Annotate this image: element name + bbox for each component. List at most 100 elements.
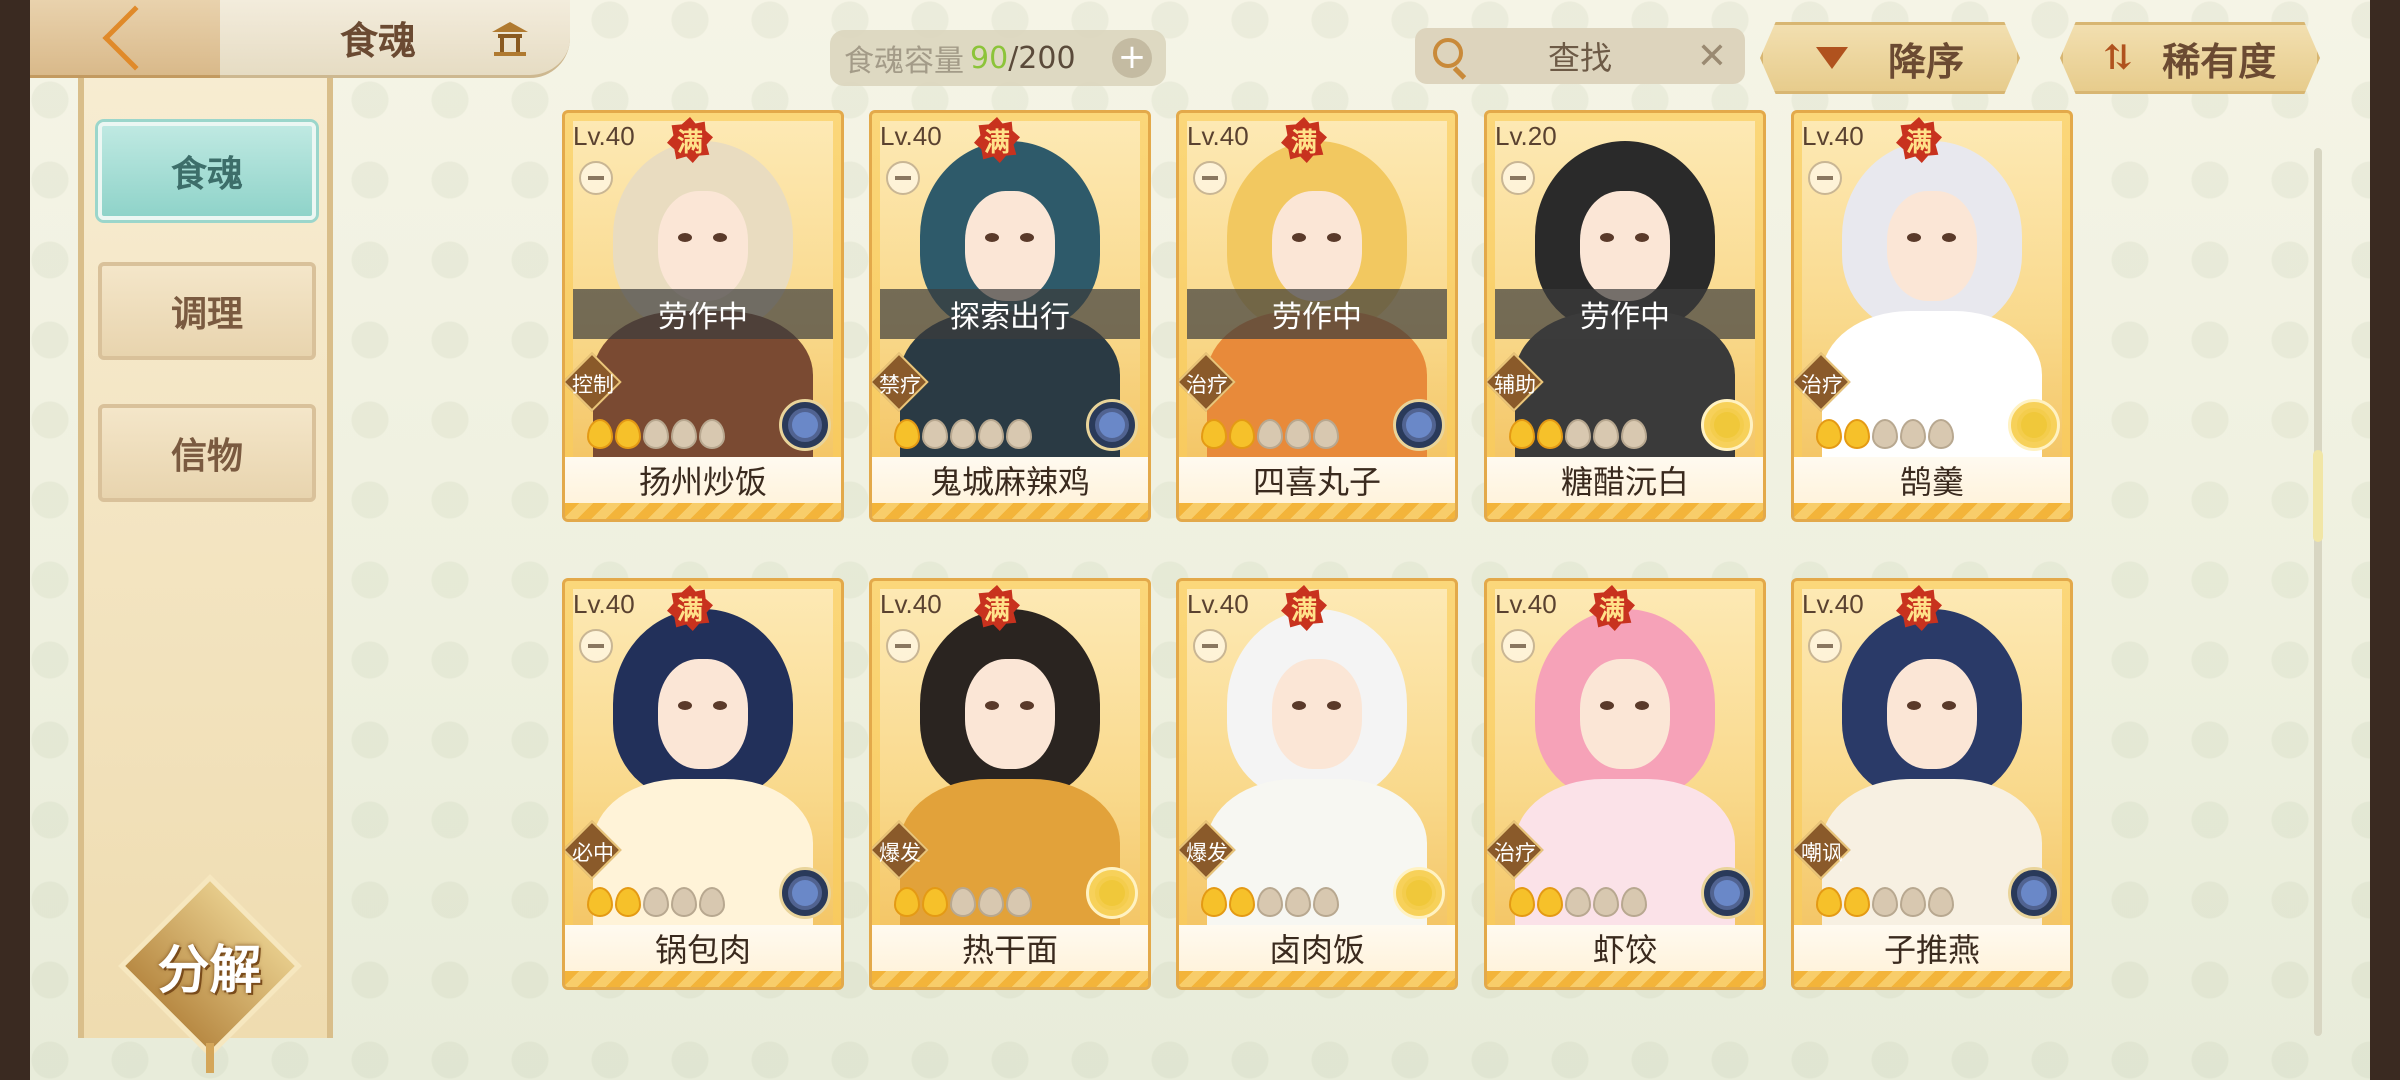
level-label: Lv.40 bbox=[1187, 121, 1249, 151]
capacity-add-button[interactable]: + bbox=[1112, 38, 1152, 78]
star-flame-icon bbox=[950, 419, 976, 449]
card-stripe bbox=[1794, 503, 2070, 519]
pavilion-icon[interactable] bbox=[490, 20, 530, 56]
sort-order-button[interactable]: 降序 bbox=[1760, 22, 2020, 94]
food-soul-card[interactable]: Lv.40 满劳作中 控制 扬州炒饭 bbox=[562, 110, 844, 522]
portrait-eye bbox=[985, 701, 999, 710]
star-flame-icon bbox=[671, 887, 697, 917]
portrait-face bbox=[1580, 191, 1670, 301]
element-petal bbox=[1406, 412, 1432, 438]
clear-icon[interactable]: ✕ bbox=[1697, 36, 1727, 77]
role-tag: 爆发 bbox=[872, 820, 929, 880]
star-flame-icon bbox=[894, 419, 920, 449]
lock-icon[interactable] bbox=[1501, 629, 1535, 663]
lock-icon[interactable] bbox=[1193, 629, 1227, 663]
star-rating bbox=[587, 887, 725, 917]
element-petal bbox=[1099, 880, 1125, 906]
level-label: Lv.20 bbox=[1495, 121, 1557, 151]
portrait-eye bbox=[985, 233, 999, 242]
tab-tokens[interactable]: 信物 bbox=[98, 404, 316, 502]
food-soul-card[interactable]: Lv.40 满治疗 鹄羹 bbox=[1791, 110, 2073, 522]
scrollbar-thumb[interactable] bbox=[2313, 450, 2323, 542]
food-soul-card[interactable]: Lv.40 满嘲讽 子推燕 bbox=[1791, 578, 2073, 990]
back-button[interactable] bbox=[30, 0, 220, 78]
star-flame-icon bbox=[1621, 419, 1647, 449]
star-rating bbox=[1509, 419, 1647, 449]
tab-food-soul[interactable]: 食魂 bbox=[98, 122, 316, 220]
portrait-face bbox=[1272, 659, 1362, 769]
food-soul-card[interactable]: Lv.20 劳作中 辅助 糖醋沅白 bbox=[1484, 110, 1766, 522]
portrait-eye bbox=[1327, 233, 1341, 242]
food-soul-card[interactable]: Lv.40 满爆发 热干面 bbox=[869, 578, 1151, 990]
role-label: 治疗 bbox=[1494, 841, 1536, 865]
star-flame-icon bbox=[922, 419, 948, 449]
star-flame-icon bbox=[1313, 887, 1339, 917]
card-stripe bbox=[565, 971, 841, 987]
role-label: 爆发 bbox=[1186, 841, 1228, 865]
lock-icon[interactable] bbox=[886, 629, 920, 663]
portrait-eye bbox=[1635, 701, 1649, 710]
lock-icon[interactable] bbox=[579, 629, 613, 663]
star-flame-icon bbox=[1285, 419, 1311, 449]
decompose-button[interactable]: 分解 bbox=[117, 873, 302, 1073]
lock-icon[interactable] bbox=[1501, 161, 1535, 195]
portrait-eye bbox=[1907, 701, 1921, 710]
portrait-eye bbox=[1942, 233, 1956, 242]
star-flame-icon bbox=[587, 887, 613, 917]
star-flame-icon bbox=[1816, 887, 1842, 917]
level-label: Lv.40 bbox=[1495, 589, 1557, 619]
food-soul-card[interactable]: Lv.40 满治疗 虾饺 bbox=[1484, 578, 1766, 990]
element-icon bbox=[1086, 867, 1138, 919]
status-label: 探索出行 bbox=[880, 289, 1140, 339]
sort-key-button[interactable]: ⇅ 稀有度 bbox=[2060, 22, 2320, 94]
character-name: 卤肉饭 bbox=[1179, 925, 1455, 971]
search-input[interactable]: 查找 ✕ bbox=[1415, 28, 1745, 84]
tab-conditioning[interactable]: 调理 bbox=[98, 262, 316, 360]
food-soul-screen: 食魂 食魂容量 90 /200 + 查找 ✕ 降序 ⇅ 稀有度 食魂 调理 信物… bbox=[30, 0, 2370, 1080]
role-tag: 控制 bbox=[565, 352, 622, 412]
scrollbar-track[interactable] bbox=[2314, 148, 2322, 1036]
sort-key-label: 稀有度 bbox=[2162, 38, 2277, 84]
element-icon bbox=[779, 867, 831, 919]
portrait-eye bbox=[1600, 701, 1614, 710]
star-flame-icon bbox=[894, 887, 920, 917]
star-flame-icon bbox=[1593, 419, 1619, 449]
capacity-current: 90 bbox=[970, 40, 1009, 76]
food-soul-card[interactable]: Lv.40 满劳作中 治疗 四喜丸子 bbox=[1176, 110, 1458, 522]
star-flame-icon bbox=[1313, 419, 1339, 449]
status-label: 劳作中 bbox=[573, 289, 833, 339]
role-tag: 禁疗 bbox=[872, 352, 929, 412]
element-petal bbox=[792, 412, 818, 438]
star-flame-icon bbox=[1537, 887, 1563, 917]
lock-icon[interactable] bbox=[1808, 629, 1842, 663]
role-tag: 必中 bbox=[565, 820, 622, 880]
star-flame-icon bbox=[1900, 419, 1926, 449]
character-name: 子推燕 bbox=[1794, 925, 2070, 971]
role-tag: 治疗 bbox=[1794, 352, 1851, 412]
star-flame-icon bbox=[699, 419, 725, 449]
lock-icon[interactable] bbox=[1808, 161, 1842, 195]
food-soul-card[interactable]: Lv.40 满爆发 卤肉饭 bbox=[1176, 578, 1458, 990]
status-label: 劳作中 bbox=[1495, 289, 1755, 339]
element-icon bbox=[1086, 399, 1138, 451]
tassel-decoration bbox=[206, 1043, 214, 1073]
star-flame-icon bbox=[1537, 419, 1563, 449]
card-stripe bbox=[1794, 971, 2070, 987]
lock-icon[interactable] bbox=[886, 161, 920, 195]
food-soul-card[interactable]: Lv.40 满探索出行 禁疗 鬼城麻辣鸡 bbox=[869, 110, 1151, 522]
role-label: 禁疗 bbox=[879, 373, 921, 397]
element-icon bbox=[1701, 399, 1753, 451]
lock-icon[interactable] bbox=[579, 161, 613, 195]
star-flame-icon bbox=[1900, 887, 1926, 917]
portrait-eye bbox=[1942, 701, 1956, 710]
level-label: Lv.40 bbox=[1802, 121, 1864, 151]
food-soul-card[interactable]: Lv.40 满必中 锅包肉 bbox=[562, 578, 844, 990]
element-petal bbox=[2021, 412, 2047, 438]
portrait-face bbox=[965, 659, 1055, 769]
role-label: 治疗 bbox=[1186, 373, 1228, 397]
lock-icon[interactable] bbox=[1193, 161, 1227, 195]
star-flame-icon bbox=[1006, 887, 1032, 917]
star-rating bbox=[1509, 887, 1647, 917]
portrait-eye bbox=[1292, 233, 1306, 242]
decompose-label: 分解 bbox=[157, 940, 262, 1001]
